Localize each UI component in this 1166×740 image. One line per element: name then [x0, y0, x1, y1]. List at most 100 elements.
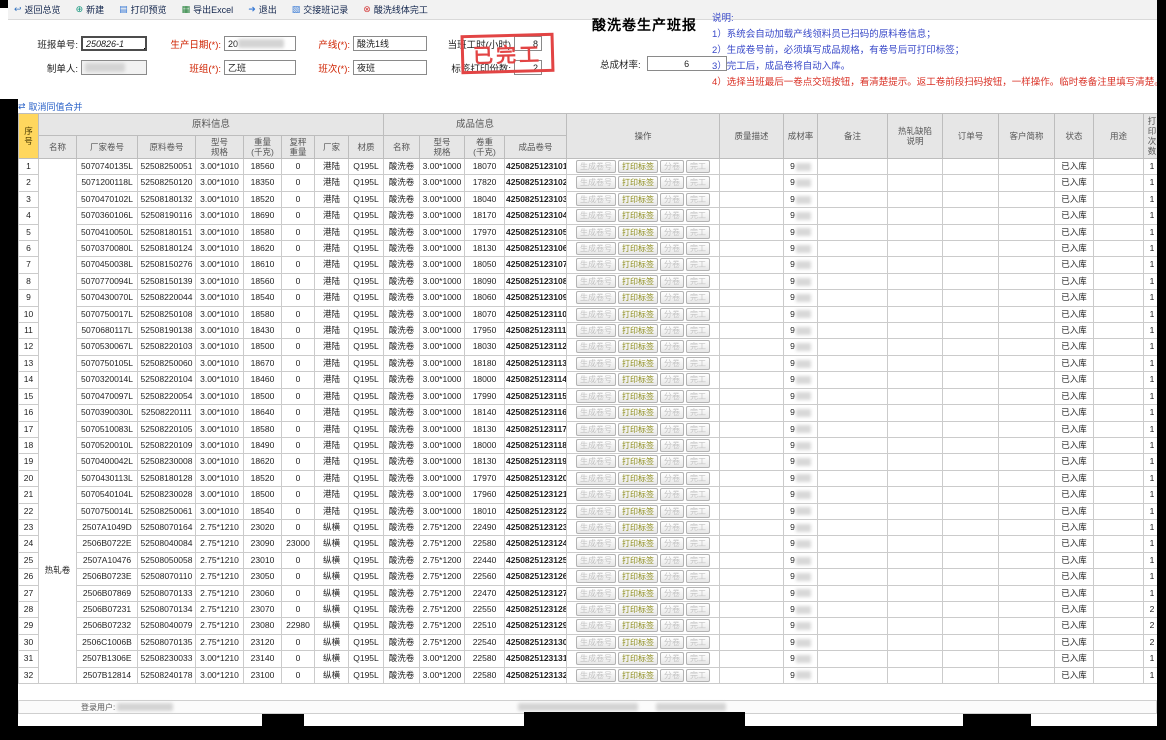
- toolbar-item-new[interactable]: ⊕新建: [76, 3, 105, 16]
- op-button[interactable]: 打印标签: [618, 242, 658, 255]
- op-button[interactable]: 分卷: [660, 160, 684, 173]
- op-button[interactable]: 生成卷号: [576, 357, 616, 370]
- op-button[interactable]: 分卷: [660, 652, 684, 665]
- op-button[interactable]: 生成卷号: [576, 209, 616, 222]
- op-button[interactable]: 打印标签: [618, 505, 658, 518]
- op-button[interactable]: 完工: [686, 406, 710, 419]
- op-button[interactable]: 打印标签: [618, 488, 658, 501]
- op-button[interactable]: 完工: [686, 176, 710, 189]
- op-button[interactable]: 生成卷号: [576, 193, 616, 206]
- op-button[interactable]: 完工: [686, 160, 710, 173]
- team-input[interactable]: 乙班: [224, 60, 296, 75]
- op-button[interactable]: 打印标签: [618, 537, 658, 550]
- op-button[interactable]: 生成卷号: [576, 472, 616, 485]
- toolbar-item-pickling-line-complete[interactable]: ⊗酸洗线体完工: [363, 3, 428, 16]
- op-button[interactable]: 分卷: [660, 587, 684, 600]
- op-button[interactable]: 完工: [686, 291, 710, 304]
- op-button[interactable]: 完工: [686, 636, 710, 649]
- op-button[interactable]: 打印标签: [618, 652, 658, 665]
- op-button[interactable]: 完工: [686, 193, 710, 206]
- op-button[interactable]: 打印标签: [618, 455, 658, 468]
- op-button[interactable]: 生成卷号: [576, 373, 616, 386]
- op-button[interactable]: 分卷: [660, 505, 684, 518]
- op-button[interactable]: 分卷: [660, 373, 684, 386]
- op-button[interactable]: 打印标签: [618, 472, 658, 485]
- op-button[interactable]: 完工: [686, 505, 710, 518]
- op-button[interactable]: 完工: [686, 521, 710, 534]
- op-button[interactable]: 打印标签: [618, 308, 658, 321]
- op-button[interactable]: 打印标签: [618, 340, 658, 353]
- op-button[interactable]: 分卷: [660, 439, 684, 452]
- op-button[interactable]: 打印标签: [618, 160, 658, 173]
- op-button[interactable]: 分卷: [660, 275, 684, 288]
- op-button[interactable]: 分卷: [660, 472, 684, 485]
- op-button[interactable]: 完工: [686, 423, 710, 436]
- op-button[interactable]: 分卷: [660, 570, 684, 583]
- op-button[interactable]: 完工: [686, 619, 710, 632]
- op-button[interactable]: 生成卷号: [576, 176, 616, 189]
- op-button[interactable]: 打印标签: [618, 275, 658, 288]
- op-button[interactable]: 生成卷号: [576, 554, 616, 567]
- op-button[interactable]: 完工: [686, 308, 710, 321]
- op-button[interactable]: 打印标签: [618, 193, 658, 206]
- op-button[interactable]: 打印标签: [618, 226, 658, 239]
- op-button[interactable]: 完工: [686, 226, 710, 239]
- op-button[interactable]: 分卷: [660, 619, 684, 632]
- op-button[interactable]: 打印标签: [618, 291, 658, 304]
- op-button[interactable]: 生成卷号: [576, 455, 616, 468]
- toolbar-item-back-overview[interactable]: ↩返回总览: [14, 3, 61, 16]
- op-button[interactable]: 分卷: [660, 554, 684, 567]
- op-button[interactable]: 完工: [686, 373, 710, 386]
- op-button[interactable]: 打印标签: [618, 669, 658, 682]
- op-button[interactable]: 打印标签: [618, 603, 658, 616]
- op-button[interactable]: 分卷: [660, 390, 684, 403]
- op-button[interactable]: 分卷: [660, 308, 684, 321]
- op-button[interactable]: 生成卷号: [576, 636, 616, 649]
- op-button[interactable]: 打印标签: [618, 176, 658, 189]
- cancel-merge-link[interactable]: ⇄ 取消同值合并: [18, 100, 83, 113]
- op-button[interactable]: 分卷: [660, 209, 684, 222]
- op-button[interactable]: 生成卷号: [576, 275, 616, 288]
- op-button[interactable]: 生成卷号: [576, 258, 616, 271]
- op-button[interactable]: 打印标签: [618, 439, 658, 452]
- op-button[interactable]: 分卷: [660, 357, 684, 370]
- toolbar-item-export-excel[interactable]: ▦导出Excel: [182, 3, 234, 16]
- op-button[interactable]: 完工: [686, 587, 710, 600]
- op-button[interactable]: 完工: [686, 554, 710, 567]
- op-button[interactable]: 完工: [686, 603, 710, 616]
- op-button[interactable]: 分卷: [660, 488, 684, 501]
- op-button[interactable]: 生成卷号: [576, 488, 616, 501]
- op-button[interactable]: 打印标签: [618, 258, 658, 271]
- op-button[interactable]: 生成卷号: [576, 423, 616, 436]
- op-button[interactable]: 完工: [686, 209, 710, 222]
- op-button[interactable]: 分卷: [660, 193, 684, 206]
- op-button[interactable]: 分卷: [660, 455, 684, 468]
- op-button[interactable]: 生成卷号: [576, 406, 616, 419]
- report-no-input[interactable]: 250826-1: [81, 36, 147, 51]
- op-button[interactable]: 分卷: [660, 521, 684, 534]
- op-button[interactable]: 完工: [686, 570, 710, 583]
- toolbar-item-shift-handover-record[interactable]: ▧交接班记录: [292, 3, 349, 16]
- op-button[interactable]: 完工: [686, 488, 710, 501]
- op-button[interactable]: 生成卷号: [576, 340, 616, 353]
- op-button[interactable]: 打印标签: [618, 554, 658, 567]
- op-button[interactable]: 生成卷号: [576, 652, 616, 665]
- op-button[interactable]: 打印标签: [618, 390, 658, 403]
- op-button[interactable]: 打印标签: [618, 406, 658, 419]
- op-button[interactable]: 生成卷号: [576, 603, 616, 616]
- op-button[interactable]: 打印标签: [618, 570, 658, 583]
- op-button[interactable]: 生成卷号: [576, 570, 616, 583]
- op-button[interactable]: 分卷: [660, 636, 684, 649]
- op-button[interactable]: 完工: [686, 390, 710, 403]
- op-button[interactable]: 生成卷号: [576, 390, 616, 403]
- line-input[interactable]: 酸洗1线: [353, 36, 427, 51]
- op-button[interactable]: 生成卷号: [576, 505, 616, 518]
- op-button[interactable]: 生成卷号: [576, 226, 616, 239]
- op-button[interactable]: 生成卷号: [576, 242, 616, 255]
- op-button[interactable]: 完工: [686, 652, 710, 665]
- maker-input[interactable]: [81, 60, 147, 75]
- op-button[interactable]: 完工: [686, 439, 710, 452]
- op-button[interactable]: 分卷: [660, 176, 684, 189]
- op-button[interactable]: 打印标签: [618, 324, 658, 337]
- op-button[interactable]: 完工: [686, 242, 710, 255]
